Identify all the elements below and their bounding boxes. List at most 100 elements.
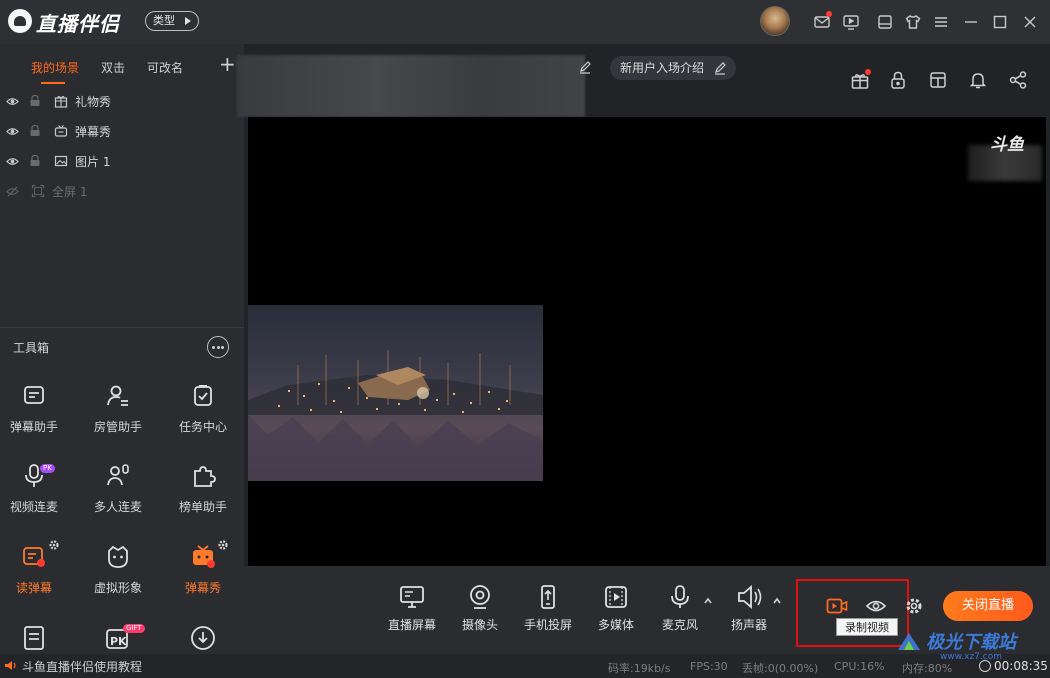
control-multimedia[interactable]: 多媒体 [584,583,648,643]
app-title: 直播伴侣 [36,12,120,36]
preview-image[interactable] [248,305,543,481]
minimize-icon[interactable] [962,13,980,31]
add-scene-button[interactable]: + [219,52,236,76]
app-logo-icon [8,9,32,33]
svg-text:PK: PK [110,635,127,648]
tutorial-link[interactable]: 斗鱼直播伴侣使用教程 [22,658,142,675]
tool-label: 榜单助手 [178,500,227,514]
mail-icon[interactable] [813,11,832,31]
record-video-tooltip: 录制视频 [836,618,898,636]
gear-icon[interactable] [217,539,229,551]
divider [0,327,244,328]
layer-row[interactable]: 弹幕秀 [0,116,244,146]
avatar[interactable] [760,6,790,36]
edit-icon[interactable] [578,60,592,74]
eye-hidden-icon[interactable] [6,185,19,198]
user-manage-icon [107,385,128,406]
layer-row[interactable]: 礼物秀 [0,86,244,116]
tool-pk-gift[interactable]: PK GIFT [77,624,159,654]
camera-icon [470,585,490,609]
more-icon[interactable] [207,336,229,358]
layer-label: 图片 1 [75,155,111,169]
tool-label: 虚拟形象 [93,581,142,595]
eye-icon[interactable] [6,155,19,168]
control-live-screen[interactable]: 直播屏幕 [380,583,444,643]
read-danmu-icon [23,547,45,567]
puzzle-icon [194,466,216,487]
record-video-icon[interactable] [826,597,848,615]
toolbox-title: 工具箱 [13,341,50,355]
download-icon [191,626,215,650]
tool-label: 弹幕助手 [9,420,58,434]
speaker-announce-icon [5,661,16,670]
type-button[interactable]: 类型 [145,11,199,31]
window-icon[interactable] [876,13,894,31]
control-label: 手机投屏 [523,618,572,632]
tool-danmu-show[interactable]: 弹幕秀 [162,540,244,613]
cpu-readout: CPU:16% [834,660,885,673]
tool-task-center[interactable]: 任务中心 [162,382,244,452]
active-tab-indicator [41,82,65,84]
tool-multi-link[interactable]: 多人连麦 [77,462,159,532]
eye-icon[interactable] [6,95,19,108]
edit-icon[interactable] [713,61,727,75]
lock-icon[interactable] [29,154,41,167]
chevron-up-icon[interactable] [703,596,713,606]
control-camera[interactable]: 摄像头 [448,583,512,643]
lock-icon[interactable] [29,124,41,137]
tool-word[interactable] [0,624,75,654]
tool-ranking[interactable]: 榜单助手 [162,462,244,532]
tool-label: 读弹幕 [15,581,52,595]
maximize-icon[interactable] [991,13,1009,31]
eye-icon[interactable] [6,125,19,138]
tool-virtual-avatar[interactable]: 虚拟形象 [77,543,159,613]
monitor-play-icon[interactable] [842,13,860,31]
tab-renamable[interactable]: 可改名 [147,59,183,76]
tool-label: 多人连麦 [93,500,142,514]
blurred-scene-tabs [237,55,585,117]
menu-icon[interactable] [932,13,950,31]
control-speaker[interactable]: 扬声器 [717,583,781,643]
layer-row[interactable]: 图片 1 [0,146,244,176]
control-label: 直播屏幕 [387,618,436,632]
control-microphone[interactable]: 麦克风 [648,583,712,643]
shirt-icon[interactable] [904,13,922,31]
lock-icon[interactable] [29,94,41,107]
word-icon [24,626,44,650]
chevron-up-icon[interactable] [772,596,782,606]
lock-icon[interactable] [888,70,908,90]
screen-icon [400,586,424,608]
tool-danmu-assistant[interactable]: 弹幕助手 [0,382,75,452]
gift-icon[interactable] [850,69,871,90]
close-live-button[interactable]: 关闭直播 [943,591,1033,621]
control-label: 多媒体 [597,618,634,632]
tool-label: 房管助手 [93,420,142,434]
control-label: 麦克风 [661,618,698,632]
tool-read-danmu[interactable]: 读弹幕 [0,540,75,613]
layer-label: 全屏 1 [52,185,88,199]
memory-readout: 内存:80% [902,662,953,675]
tab-my-scenes[interactable]: 我的场景 [31,59,79,76]
pk-badge: PK [40,464,55,473]
bell-icon[interactable] [968,70,988,90]
layout-icon[interactable] [928,70,948,90]
tool-download[interactable] [162,624,244,654]
tool-label: 任务中心 [178,420,227,434]
fps-readout: FPS:30 [690,660,728,673]
play-triangle-icon [185,17,191,25]
layer-row[interactable]: 全屏 1 [0,176,244,206]
tab-double-click[interactable]: 双击 [101,59,125,76]
site-watermark: 极光下载站 [926,632,1016,653]
tool-room-admin[interactable]: 房管助手 [77,382,159,452]
preview-eye-icon[interactable] [866,598,886,614]
settings-gear-icon[interactable] [904,596,924,616]
gear-icon[interactable] [48,539,60,551]
site-watermark-url: www.xz7.com [940,652,1002,662]
control-phone-cast[interactable]: 手机投屏 [516,583,580,643]
share-icon[interactable] [1008,70,1028,90]
tool-video-link[interactable]: PK 视频连麦 [0,462,75,532]
gift-badge: GIFT [123,624,145,633]
status-bar [0,654,1050,678]
close-icon[interactable] [1021,13,1039,31]
scene-chip[interactable]: 新用户入场介绍 [610,56,736,80]
